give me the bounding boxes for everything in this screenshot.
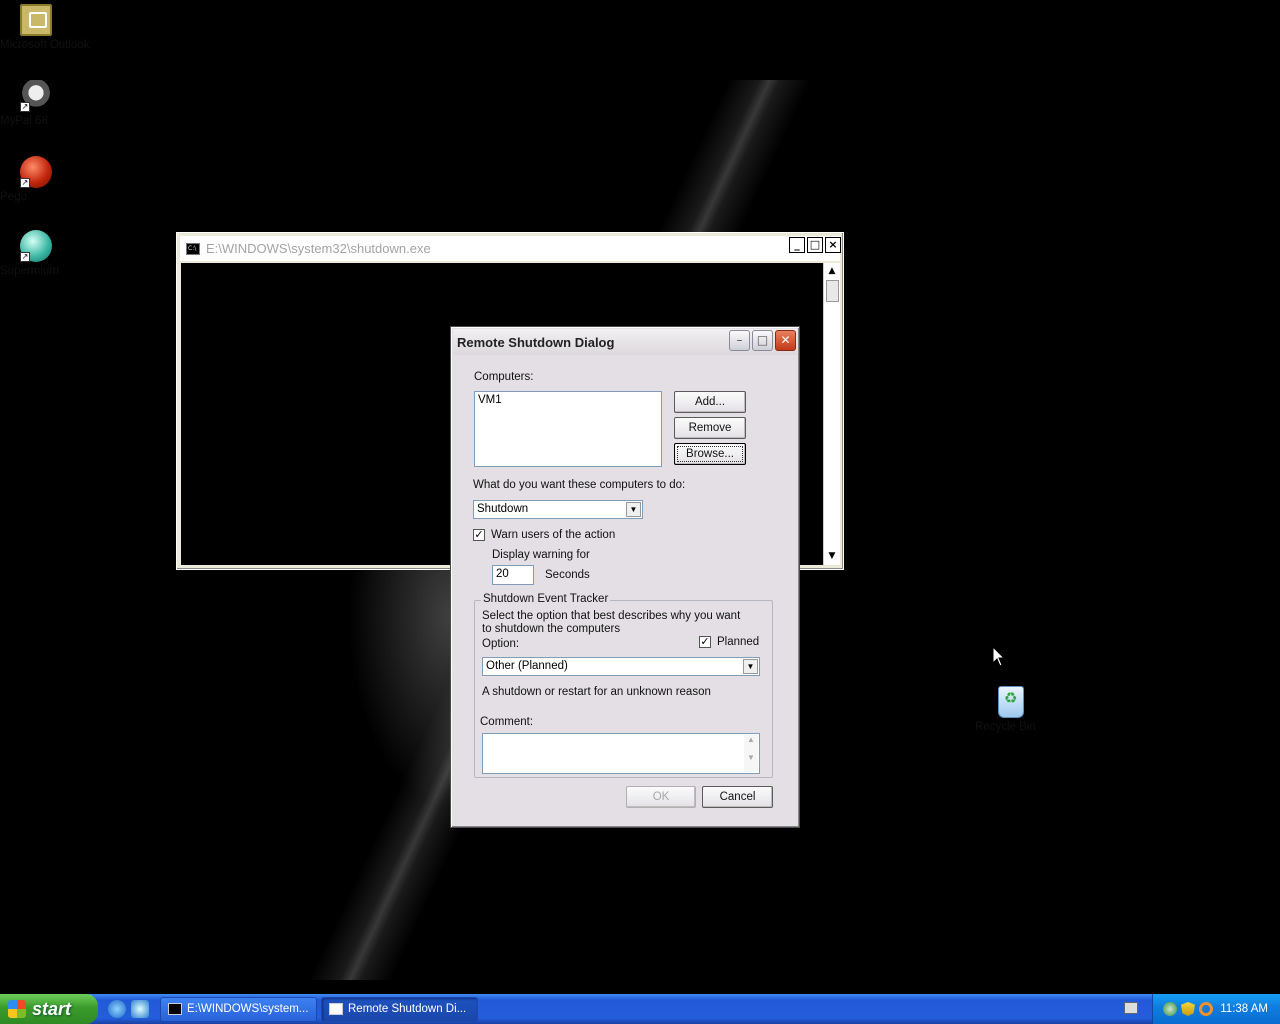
desktop-icon-mypal[interactable]: ↗ MyPal 68: [0, 80, 72, 127]
desktop-icon-label: Microsoft Outlook: [0, 39, 90, 51]
desktop-icon-supermium[interactable]: ↗ Supermium: [0, 230, 72, 277]
desktop-icon-recycle-bin[interactable]: Recycle Bin: [975, 686, 1047, 733]
minimize-button[interactable]: _: [789, 237, 805, 253]
dialog-maximize-button[interactable]: □: [752, 330, 773, 351]
console-title: E:\WINDOWS\system32\shutdown.exe: [206, 241, 431, 256]
system-tray: 11:38 AM: [1152, 994, 1280, 1024]
computers-label: Computers:: [474, 371, 534, 383]
close-button[interactable]: ×: [825, 237, 841, 253]
action-select-value: Shutdown: [477, 503, 529, 515]
console-icon: C:\: [186, 242, 200, 255]
start-label: start: [32, 999, 72, 1019]
action-label: What do you want these computers to do:: [473, 479, 686, 491]
outlook-icon: [20, 4, 52, 36]
computers-listbox[interactable]: VM1: [474, 391, 662, 467]
security-shield-icon[interactable]: [1181, 1002, 1195, 1016]
mouse-cursor-icon: [992, 646, 1006, 667]
warn-users-checkbox[interactable]: ✓: [473, 529, 485, 541]
start-button[interactable]: start: [0, 994, 98, 1024]
taskbar-item-console[interactable]: E:\WINDOWS\system...: [160, 997, 317, 1022]
warning-seconds-input[interactable]: 20: [492, 565, 534, 585]
option-select[interactable]: Other (Planned) ▼: [482, 657, 760, 676]
comment-label: Comment:: [480, 716, 534, 728]
desktop-icon-label: Supermium: [0, 265, 59, 277]
warn-users-label: Warn users of the action: [491, 529, 616, 541]
planned-label: Planned: [717, 636, 760, 648]
desktop-icon-label: MyPal 68: [0, 115, 48, 127]
comment-scrollbar[interactable]: ▲ ▼: [744, 735, 758, 772]
taskbar-item-label: Remote Shutdown Di...: [348, 1003, 467, 1015]
chevron-down-icon[interactable]: ▼: [743, 659, 758, 674]
pego-icon: ↗: [20, 156, 52, 188]
console-scrollbar[interactable]: ▲ ▼: [823, 263, 840, 565]
shortcut-arrow-icon: ↗: [20, 252, 30, 262]
add-button[interactable]: Add...: [674, 391, 746, 413]
network-icon[interactable]: [1163, 1002, 1177, 1016]
keyboard-icon[interactable]: [1124, 1002, 1138, 1014]
windows-logo-icon: [8, 1000, 26, 1018]
taskbar: start E:\WINDOWS\system... Remote Shutdo…: [0, 994, 1280, 1024]
remove-button[interactable]: Remove: [674, 417, 746, 439]
reason-text: A shutdown or restart for an unknown rea…: [482, 686, 711, 698]
comment-textarea[interactable]: ▲ ▼: [482, 733, 760, 774]
scroll-up-icon[interactable]: ▲: [824, 263, 840, 280]
console-titlebar[interactable]: C:\ E:\WINDOWS\system32\shutdown.exe: [180, 236, 840, 261]
dialog-title: Remote Shutdown Dialog: [457, 334, 615, 350]
scroll-thumb[interactable]: [826, 280, 839, 302]
scroll-down-icon[interactable]: ▼: [824, 548, 840, 565]
desktop-icon-outlook[interactable]: Microsoft Outlook: [0, 4, 89, 51]
taskbar-item-shutdown-dialog[interactable]: Remote Shutdown Di...: [321, 997, 478, 1022]
dialog-icon: [329, 1003, 343, 1015]
quick-launch-icon[interactable]: [131, 1000, 149, 1018]
ok-button[interactable]: OK: [626, 786, 696, 808]
option-label: Option:: [482, 638, 520, 650]
recycle-bin-icon: [998, 686, 1024, 718]
clock[interactable]: 11:38 AM: [1220, 994, 1268, 1024]
tracker-description: Select the option that best describes wh…: [482, 610, 741, 635]
supermium-icon: ↗: [20, 230, 52, 262]
console-icon: [168, 1003, 182, 1015]
shortcut-arrow-icon: ↗: [20, 102, 30, 112]
display-warning-label: Display warning for: [492, 549, 590, 561]
dialog-close-button[interactable]: ✕: [775, 330, 796, 351]
action-select[interactable]: Shutdown ▼: [473, 500, 643, 519]
dialog-minimize-button[interactable]: –: [729, 330, 750, 351]
list-item[interactable]: VM1: [478, 394, 658, 406]
search-icon[interactable]: [1199, 1002, 1213, 1016]
shortcut-arrow-icon: ↗: [20, 178, 30, 188]
taskbar-item-label: E:\WINDOWS\system...: [187, 1003, 309, 1015]
planned-checkbox[interactable]: ✓: [699, 636, 711, 648]
desktop-icon-label: Recycle Bin: [975, 721, 1036, 733]
option-select-value: Other (Planned): [486, 660, 568, 672]
cancel-button[interactable]: Cancel: [702, 786, 773, 808]
remote-shutdown-dialog: Remote Shutdown Dialog – □ ✕ Computers: …: [450, 326, 800, 828]
desktop-icon-label: Pego: [0, 191, 27, 203]
tracker-title: Shutdown Event Tracker: [481, 593, 611, 605]
maximize-button[interactable]: □: [807, 237, 823, 253]
chevron-down-icon[interactable]: ▼: [626, 502, 641, 517]
desktop-icon-pego[interactable]: ↗ Pego: [0, 156, 72, 203]
mypal-icon: ↗: [20, 80, 52, 112]
browse-button[interactable]: Browse...: [674, 443, 746, 465]
internet-explorer-icon[interactable]: [108, 1000, 126, 1018]
seconds-label: Seconds: [545, 569, 590, 581]
